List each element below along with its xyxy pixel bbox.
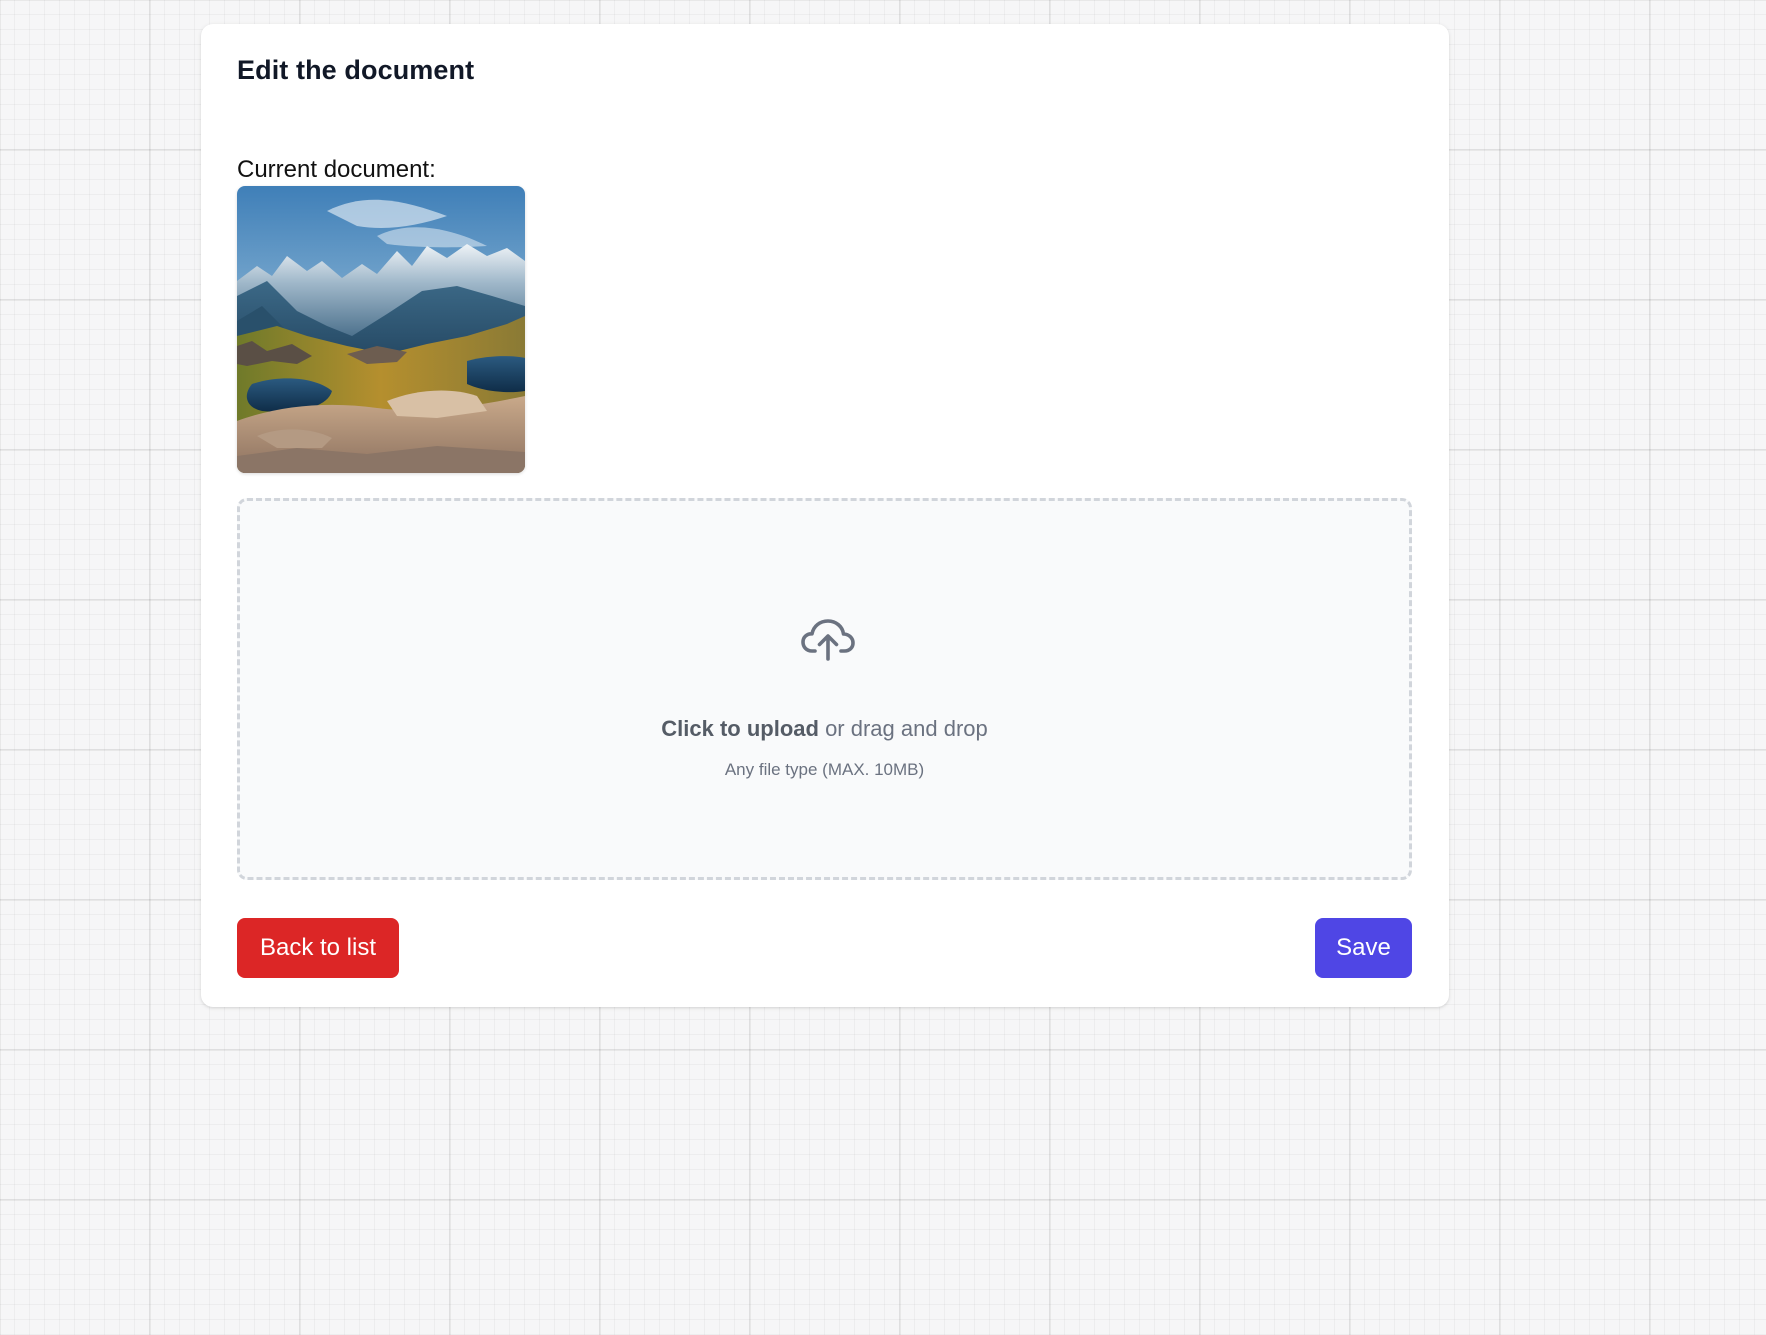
mountain-landscape-image — [237, 186, 525, 473]
upload-instructions: Click to upload or drag and drop — [240, 716, 1409, 742]
page-title: Edit the document — [237, 55, 475, 85]
current-document-label: Current document: — [237, 156, 436, 183]
file-dropzone[interactable]: Click to upload or drag and drop Any fil… — [237, 498, 1412, 880]
current-document-thumbnail — [237, 186, 525, 473]
click-to-upload-link[interactable]: Click to upload — [661, 716, 819, 741]
drag-and-drop-text: or drag and drop — [818, 716, 988, 741]
upload-file-hint: Any file type (MAX. 10MB) — [724, 760, 925, 779]
edit-document-card: Edit the document Current document: Clic… — [201, 24, 1449, 1007]
cloud-upload-icon — [801, 619, 855, 661]
save-button[interactable]: Save — [1315, 918, 1412, 978]
back-to-list-button[interactable]: Back to list — [237, 918, 399, 978]
